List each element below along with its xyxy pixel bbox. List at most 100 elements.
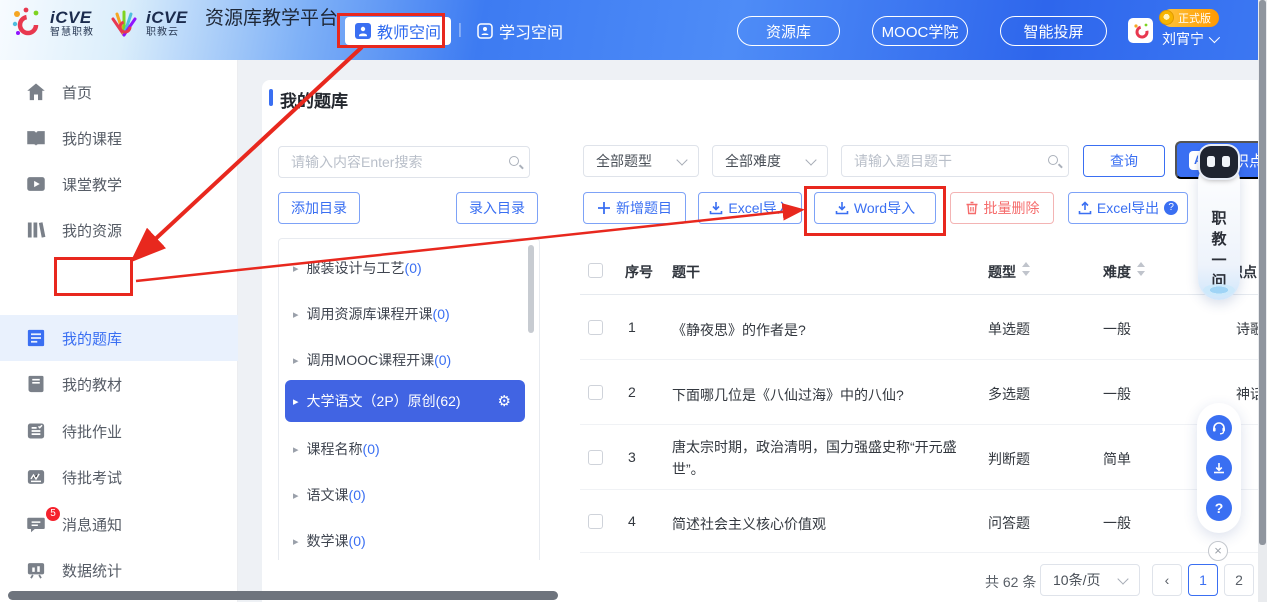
plus-icon [597,201,611,215]
sidebar-item-my-textbooks[interactable]: 我的教材 [0,361,238,407]
tree-scrollbar[interactable] [528,245,534,333]
stem-search-input[interactable] [842,146,1068,176]
page-vertical-scrollbar[interactable] [1258,0,1267,602]
catalog-search-input[interactable] [279,147,529,177]
medal-icon [1159,10,1174,25]
page-title: 我的题库 [280,87,348,112]
mini-app-logo[interactable] [1128,18,1153,43]
table-row[interactable]: 1 《静夜思》的作者是? 单选题 一般 诗歌 [580,295,1267,360]
caret-right-icon[interactable]: ▸ [293,535,299,548]
tree-item[interactable]: ▸ 调用资源库课程开课(0) [285,299,525,329]
tree-item[interactable]: ▸ 课程名称(0) [285,434,525,464]
excel-export-button[interactable]: Excel导出 ? [1068,192,1188,224]
open-book-icon [26,128,46,148]
tree-item[interactable]: ▸ 数学课(0) [285,526,525,556]
column-header-difficulty[interactable]: 难度 [1103,262,1131,282]
entry-catalog-button[interactable]: 录入目录 [456,192,538,224]
user-name-label: 刘宵宁 [1162,29,1204,49]
smart-cast-button[interactable]: 智能投屏 [1000,16,1107,46]
sidebar-item-my-resources[interactable]: 我的资源 [0,207,238,253]
cell-stem: 简述社会主义核心价值观 [672,513,980,535]
user-menu[interactable]: 刘宵宁 [1162,29,1217,49]
gear-icon[interactable]: ⚙ [498,392,511,410]
table-row[interactable]: 2 下面哪几位是《八仙过海》中的八仙? 多选题 一般 神话 [580,360,1267,425]
excel-export-label: Excel导出 [1097,198,1159,218]
select-all-checkbox[interactable] [588,263,603,278]
floating-toolbar: ? [1197,403,1241,533]
sidebar-item-my-courses[interactable]: 我的课程 [0,115,238,161]
excel-import-button[interactable]: Excel导入 [698,192,802,224]
sidebar-item-label: 我的资源 [62,220,122,241]
sidebar-item-notifications[interactable]: 5 消息通知 [0,501,238,547]
row-checkbox[interactable] [588,514,603,529]
caret-right-icon[interactable]: ▸ [293,354,299,367]
caret-right-icon[interactable]: ▸ [293,489,299,502]
column-header-type[interactable]: 题型 [988,262,1016,282]
tree-item[interactable]: ▸ 服装设计与工艺(0) [285,253,525,283]
top-header: iCVE 智慧职教 iCVE 职教云 资源库 [0,0,1267,60]
caret-right-icon[interactable]: ▸ [293,443,299,456]
tree-item-label: 调用MOOC课程开课 [307,350,435,370]
logo2-name: iCVE [146,9,188,26]
sidebar-item-classroom-teaching[interactable]: 课堂教学 [0,161,238,207]
sidebar-item-pending-homework[interactable]: 待批作业 [0,408,238,454]
caret-right-icon[interactable]: ▸ [293,308,299,321]
nav-study-space[interactable]: 学习空间 [477,17,563,45]
tree-item[interactable]: ▸ 语文课(0) [285,480,525,510]
table-row[interactable]: 4 简述社会主义核心价值观 问答题 一般 [580,490,1267,553]
customer-service-icon[interactable] [1206,415,1232,441]
mini-swirl-icon [1132,22,1150,40]
mooc-academy-button[interactable]: MOOC学院 [872,16,968,46]
sidebar-item-label: 待批作业 [62,421,122,442]
page-1-button[interactable]: 1 [1188,564,1218,596]
caret-right-icon[interactable]: ▸ [293,395,299,408]
batch-delete-button[interactable]: 批量删除 [950,192,1054,224]
close-icon[interactable]: × [1208,541,1228,561]
add-catalog-button[interactable]: 添加目录 [278,192,360,224]
help-circle-icon[interactable]: ? [1206,495,1232,521]
row-checkbox[interactable] [588,450,603,465]
tree-item-label: 语文课 [307,485,349,505]
homework-list-icon [26,421,46,441]
sidebar-item-pending-exams[interactable]: 待批考试 [0,454,238,500]
difficulty-value: 全部难度 [725,151,781,171]
sidebar-item-my-question-bank[interactable]: 我的题库 [0,315,238,361]
resource-library-button[interactable]: 资源库 [737,16,840,46]
official-version-label: 正式版 [1178,10,1211,26]
nav-divider: | [458,21,462,38]
home-icon [26,82,46,102]
nav-study-label: 学习空间 [499,19,563,43]
difficulty-select[interactable]: 全部难度 [712,145,828,177]
cell-stem: 《静夜思》的作者是? [672,319,980,341]
sidebar-item-label: 消息通知 [62,514,122,535]
logo-zone: iCVE 智慧职教 iCVE 职教云 [10,6,188,40]
page-size-select[interactable]: 10条/页 [1040,564,1140,596]
tree-item[interactable]: ▸ 调用MOOC课程开课(0) [285,345,525,375]
sidebar-item-data-statistics[interactable]: 数据统计 [0,547,238,593]
add-question-button[interactable]: 新增题目 [583,192,686,224]
row-checkbox[interactable] [588,385,603,400]
row-checkbox[interactable] [588,320,603,335]
caret-right-icon[interactable]: ▸ [293,262,299,275]
question-type-select[interactable]: 全部题型 [583,145,699,177]
logo1-sub: 智慧职教 [50,28,94,38]
assistant-widget[interactable]: 职教一问 [1198,160,1240,300]
page-2-button[interactable]: 2 [1224,564,1254,596]
tree-item-label: 课程名称 [307,439,363,459]
sort-icon[interactable] [1022,260,1030,278]
help-circle-icon[interactable]: ? [1164,201,1178,215]
chevron-down-icon [1117,573,1128,584]
download-cloud-icon[interactable] [1206,455,1232,481]
tree-item-selected[interactable]: ▸ 大学语文（2P）原创(62) ⚙ [285,380,525,422]
app-window: iCVE 智慧职教 iCVE 职教云 资源库 [0,0,1267,602]
sort-icon[interactable] [1137,260,1145,278]
sidebar-item-home[interactable]: 首页 [0,69,238,115]
icve-swirl-icon [10,6,44,40]
robot-icon[interactable] [1200,146,1238,178]
horizontal-scrollbar[interactable] [8,591,558,600]
search-icon[interactable] [1048,155,1058,165]
prev-page-button[interactable]: ‹ [1152,564,1182,596]
table-row[interactable]: 3 唐太宗时期，政治清明，国力强盛史称“开元盛世”。 判断题 简单 [580,425,1267,490]
query-button[interactable]: 查询 [1083,145,1165,177]
search-icon[interactable] [509,156,519,166]
